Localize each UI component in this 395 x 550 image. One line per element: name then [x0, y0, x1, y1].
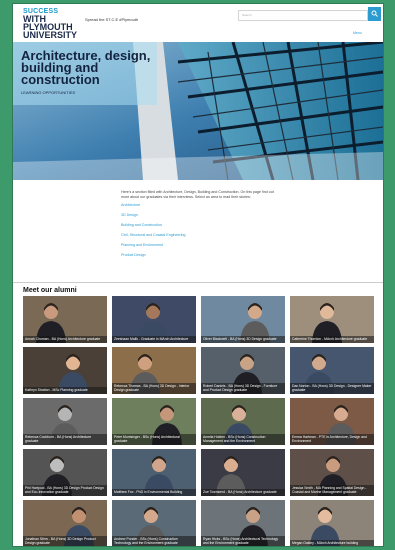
alumni-card[interactable]: Ryan Hicks - BSc (Hons) Architectural Te…: [201, 500, 285, 546]
alumni-card[interactable]: Megan Oakley - MArch Architecture buildi…: [290, 500, 374, 546]
alumni-card[interactable]: Emma Hartman - PTE in Architecture, Desi…: [290, 398, 374, 445]
alumni-card[interactable]: Andrew Ponder - BSc (Hons) Construction …: [112, 500, 196, 546]
alumni-caption: Amelia Holden - BSc (Hons) Construction …: [201, 434, 285, 445]
alumni-caption: Rebecca Cockburn - BA (Hons) Architectur…: [23, 434, 107, 445]
alumni-caption: Rebecca Thomas - BA (Hons) 3D Design - I…: [112, 383, 196, 394]
search-input[interactable]: Search: [238, 10, 368, 21]
alumni-caption: Matthew Fox - PhD in Environmental Build…: [112, 489, 196, 496]
university-logo[interactable]: SUCCESS WITH PLYMOUTH UNIVERSITY: [23, 8, 78, 40]
alumni-caption: Dan Norton - BA (Hons) 3D Design - Desig…: [290, 383, 374, 394]
alumni-card[interactable]: Zoe Townsend - BA (Hons) Architecture gr…: [201, 449, 285, 496]
alumni-card[interactable]: Zeeshaan Malik - Graduate in MArch Archi…: [112, 296, 196, 343]
alumni-card[interactable]: Rebecca Cockburn - BA (Hons) Architectur…: [23, 398, 107, 445]
header-tagline: Spread the ST.C.E #Plymouth: [85, 17, 139, 22]
alumni-card[interactable]: Jessica Smith - MA Planning and Spatial …: [290, 449, 374, 496]
alumni-caption: Phil Hartpool - BA (Hons) 3D Design Prod…: [23, 485, 107, 496]
intro-link-architecture[interactable]: Architecture: [121, 203, 281, 207]
page-frame: SUCCESS WITH PLYMOUTH UNIVERSITY Spread …: [13, 4, 383, 546]
intro-section: Here's a section filled with Architectur…: [121, 190, 281, 263]
hero-subtitle: LEARNING OPPORTUNITIES: [21, 90, 76, 95]
alumni-caption: Jonathan Stirm - BA (Hons) 3D Design Pro…: [23, 536, 107, 546]
alumni-card[interactable]: Dan Norton - BA (Hons) 3D Design - Desig…: [290, 347, 374, 394]
intro-link-product-design[interactable]: Product Design: [121, 253, 281, 257]
intro-link-building-construction[interactable]: Building and Construction: [121, 223, 281, 227]
menu-link[interactable]: Menu: [353, 31, 362, 35]
alumni-caption: Jessica Smith - MA Planning and Spatial …: [290, 485, 374, 496]
alumni-card[interactable]: Matthew Fox - PhD in Environmental Build…: [112, 449, 196, 496]
alumni-caption: Oliver Blackwell - BA (Hons) 3D Design g…: [201, 336, 285, 343]
intro-link-planning[interactable]: Planning and Environment: [121, 243, 281, 247]
hero-title: Architecture, design, building and const…: [21, 48, 151, 87]
logo-line-4: UNIVERSITY: [23, 30, 78, 40]
alumni-caption: Andrew Ponder - BSc (Hons) Construction …: [112, 536, 196, 546]
search-placeholder: Search: [242, 13, 252, 17]
alumni-caption: Annah Chuman - BA (Hons) Architecture gr…: [23, 336, 107, 343]
alumni-card[interactable]: Annah Chuman - BA (Hons) Architecture gr…: [23, 296, 107, 343]
alumni-caption: Zeeshaan Malik - Graduate in MArch Archi…: [112, 336, 196, 343]
alumni-caption: Robert Daniels - BA (Hons) 3D Design - F…: [201, 383, 285, 394]
alumni-card[interactable]: Kathryn Stratton - MSc Planning graduate: [23, 347, 107, 394]
alumni-caption: Catherine Thornton - MArch Architecture …: [290, 336, 374, 343]
alumni-caption: Megan Oakley - MArch Architecture buildi…: [290, 540, 374, 546]
search-icon: [371, 10, 378, 17]
alumni-caption: Zoe Townsend - BA (Hons) Architecture gr…: [201, 489, 285, 496]
section-divider: [13, 282, 383, 283]
alumni-caption: Kathryn Stratton - MSc Planning graduate: [23, 387, 107, 394]
alumni-card[interactable]: Robert Daniels - BA (Hons) 3D Design - F…: [201, 347, 285, 394]
alumni-card[interactable]: Peter Muntsinger - BSc (Hons) Architectu…: [112, 398, 196, 445]
alumni-card[interactable]: Phil Hartpool - BA (Hons) 3D Design Prod…: [23, 449, 107, 496]
intro-link-3d-design[interactable]: 3D Design: [121, 213, 281, 217]
site-header: SUCCESS WITH PLYMOUTH UNIVERSITY Spread …: [13, 4, 383, 42]
alumni-caption: Emma Hartman - PTE in Architecture, Desi…: [290, 434, 374, 445]
intro-paragraph: Here's a section filled with Architectur…: [121, 190, 274, 199]
alumni-card[interactable]: Jonathan Stirm - BA (Hons) 3D Design Pro…: [23, 500, 107, 546]
alumni-section-title: Meet our alumni: [23, 287, 77, 294]
alumni-card[interactable]: Amelia Holden - BSc (Hons) Construction …: [201, 398, 285, 445]
search-button[interactable]: [368, 7, 381, 21]
alumni-caption: Peter Muntsinger - BSc (Hons) Architectu…: [112, 434, 196, 445]
alumni-card[interactable]: Catherine Thornton - MArch Architecture …: [290, 296, 374, 343]
hero-title-box: Architecture, design, building and const…: [13, 42, 157, 105]
alumni-card[interactable]: Oliver Blackwell - BA (Hons) 3D Design g…: [201, 296, 285, 343]
alumni-caption: Ryan Hicks - BSc (Hons) Architectural Te…: [201, 536, 285, 546]
hero-banner: Architecture, design, building and const…: [13, 42, 383, 180]
intro-link-civil-engineering[interactable]: Civil, Structural and Coastal Engineerin…: [121, 233, 281, 237]
alumni-card[interactable]: Rebecca Thomas - BA (Hons) 3D Design - I…: [112, 347, 196, 394]
